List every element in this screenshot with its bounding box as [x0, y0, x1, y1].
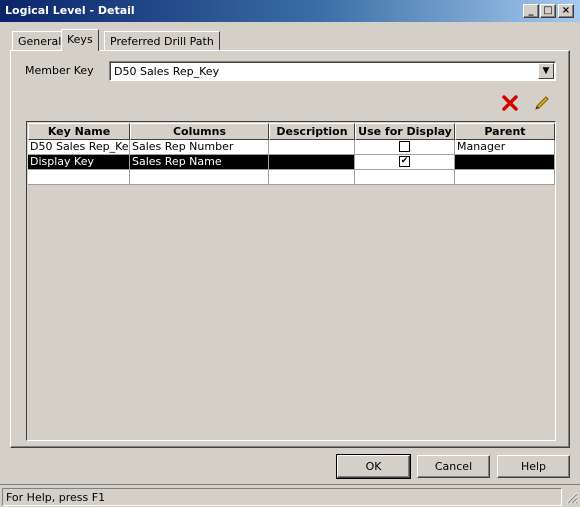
cell-description[interactable]: [269, 155, 355, 170]
maximize-button[interactable]: □: [540, 4, 556, 18]
cell-columns[interactable]: Sales Rep Number: [130, 140, 269, 155]
cell-description[interactable]: [269, 140, 355, 155]
table-row-empty[interactable]: [28, 170, 555, 185]
cell-parent[interactable]: [455, 155, 555, 170]
window-title: Logical Level - Detail: [5, 4, 135, 17]
column-header-parent[interactable]: Parent: [455, 123, 555, 140]
column-header-description[interactable]: Description: [269, 123, 355, 140]
keys-table[interactable]: Key Name Columns Description Use for Dis…: [26, 121, 556, 441]
status-field: For Help, press F1: [2, 488, 562, 506]
column-header-key-name[interactable]: Key Name: [28, 123, 130, 140]
member-key-dropdown[interactable]: D50 Sales Rep_Key ▼: [109, 61, 556, 81]
column-header-columns[interactable]: Columns: [130, 123, 269, 140]
table-row-selected[interactable]: Display Key Sales Rep Name ✔: [28, 155, 555, 170]
use-for-display-checkbox[interactable]: [399, 141, 410, 152]
cell-empty[interactable]: [28, 170, 130, 185]
pencil-icon[interactable]: [533, 94, 551, 112]
cell-use-for-display[interactable]: [355, 140, 455, 155]
help-button[interactable]: Help: [497, 455, 570, 478]
resize-grip-icon[interactable]: [565, 491, 578, 504]
ok-button[interactable]: OK: [336, 454, 411, 479]
delete-icon[interactable]: [501, 94, 519, 112]
cancel-button[interactable]: Cancel: [417, 455, 490, 478]
member-key-label: Member Key: [25, 64, 94, 77]
cell-key-name[interactable]: Display Key: [28, 155, 130, 170]
cell-empty[interactable]: [130, 170, 269, 185]
tab-keys[interactable]: Keys: [61, 29, 99, 51]
tab-preferred-drill-path[interactable]: Preferred Drill Path: [104, 31, 220, 50]
table-row[interactable]: D50 Sales Rep_Key Sales Rep Number Manag…: [28, 140, 555, 155]
cell-columns[interactable]: Sales Rep Name: [130, 155, 269, 170]
cell-use-for-display[interactable]: ✔: [355, 155, 455, 170]
status-text: For Help, press F1: [6, 491, 106, 504]
cell-empty[interactable]: [269, 170, 355, 185]
cell-parent[interactable]: Manager: [455, 140, 555, 155]
tab-general[interactable]: General: [12, 31, 68, 50]
use-for-display-checkbox-checked[interactable]: ✔: [399, 156, 410, 167]
minimize-button[interactable]: _: [523, 4, 539, 18]
member-key-value: D50 Sales Rep_Key: [114, 65, 220, 78]
status-bar: For Help, press F1: [0, 484, 580, 507]
close-button[interactable]: ×: [558, 4, 574, 18]
cell-empty[interactable]: [355, 170, 455, 185]
cell-empty[interactable]: [455, 170, 555, 185]
cell-key-name[interactable]: D50 Sales Rep_Key: [28, 140, 130, 155]
chevron-down-icon[interactable]: ▼: [538, 63, 554, 79]
column-header-use-for-display[interactable]: Use for Display: [355, 123, 455, 140]
title-bar[interactable]: Logical Level - Detail _ □ ×: [0, 0, 580, 22]
